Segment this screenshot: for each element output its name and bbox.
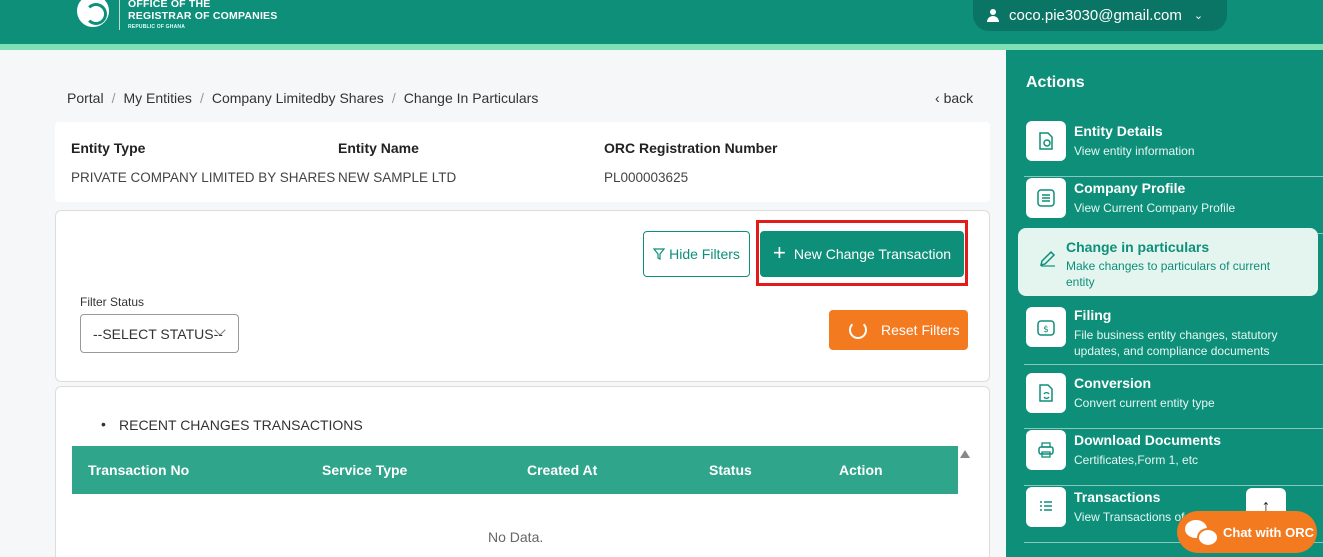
sidebar-item-title: Download Documents [1074, 432, 1222, 448]
entity-type-col: Entity Type PRIVATE COMPANY LIMITED BY S… [71, 140, 335, 185]
sidebar-item-desc: View Current Company Profile [1074, 201, 1236, 215]
sidebar-item-title: Change in particulars [1066, 239, 1210, 255]
transactions-table-header: Transaction No Service Type Created At S… [72, 446, 958, 494]
sidebar-item-title: Filing [1074, 307, 1112, 323]
entity-type-label: Entity Type [71, 140, 146, 156]
registration-number-value: PL000003625 [604, 170, 689, 185]
org-name: OFFICE OF THE REGISTRAR OF COMPANIES [128, 0, 277, 22]
column-header[interactable]: Action [839, 462, 883, 478]
entity-name-col: Entity Name NEW SAMPLE LTD [338, 140, 456, 185]
reset-filters-label: Reset Filters [881, 322, 960, 338]
org-name-line2: REGISTRAR OF COMPANIES [128, 10, 278, 22]
svg-text:$: $ [1043, 325, 1049, 335]
sidebar-item-desc: View entity information [1074, 144, 1195, 158]
filter-icon [653, 248, 666, 260]
sidebar-item-title: Entity Details [1074, 123, 1163, 139]
sidebar-item-desc: Convert current entity type [1074, 396, 1215, 410]
filter-status-label: Filter Status [80, 295, 145, 309]
sidebar-title: Actions [1026, 74, 1085, 91]
highlight-box [756, 220, 968, 286]
list-icon [1026, 178, 1066, 218]
refresh-icon [849, 321, 867, 339]
empty-state-text: No Data. [488, 529, 544, 545]
column-header[interactable]: Created At [527, 462, 597, 478]
column-header[interactable]: Service Type [322, 462, 407, 478]
sidebar-item-download-documents[interactable]: Download Documents Certificates,Form 1, … [1016, 430, 1323, 486]
sidebar-item-title: Conversion [1074, 375, 1152, 391]
back-link[interactable]: ‹ back [935, 90, 973, 106]
entity-name-value: NEW SAMPLE LTD [338, 170, 457, 185]
document-search-icon [1026, 121, 1066, 161]
sidebar-divider [1024, 428, 1323, 429]
transactions-title: RECENT CHANGES TRANSACTIONS [101, 416, 363, 433]
sidebar-item-conversion[interactable]: Conversion Convert current entity type [1016, 373, 1323, 429]
breadcrumb-separator: / [391, 90, 396, 106]
breadcrumb-separator: / [199, 90, 204, 106]
list-lines-icon [1026, 487, 1066, 527]
user-menu-button[interactable]: coco.pie3030@gmail.com ⌄ [973, 0, 1227, 31]
convert-icon [1026, 373, 1066, 413]
user-email: coco.pie3030@gmail.com [1009, 7, 1182, 24]
logo-divider [119, 0, 120, 30]
column-header[interactable]: Status [709, 462, 752, 478]
status-select[interactable]: --SELECT STATUS-- [80, 314, 239, 353]
user-icon [987, 9, 999, 22]
sidebar-item-entity-details[interactable]: Entity Details View entity information [1016, 121, 1323, 177]
sidebar-item-change-in-particulars[interactable]: Change in particulars Make changes to pa… [1018, 228, 1318, 296]
registration-number-label: ORC Registration Number [604, 140, 778, 156]
breadcrumb-company-type[interactable]: Company Limitedby Shares [212, 90, 384, 106]
org-subtitle: REPUBLIC OF GHANA [128, 24, 186, 30]
column-header[interactable]: Transaction No [88, 462, 189, 478]
hide-filters-label: Hide Filters [669, 246, 740, 262]
status-select-value: --SELECT STATUS-- [93, 325, 223, 342]
sidebar-divider [1024, 485, 1323, 486]
hide-filters-button[interactable]: Hide Filters [643, 231, 750, 277]
back-label: back [943, 90, 974, 106]
sidebar-item-filing[interactable]: $ Filing File business entity changes, s… [1016, 305, 1323, 365]
chat-with-orc-button[interactable]: Chat with ORC [1177, 511, 1317, 553]
breadcrumb-portal[interactable]: Portal [67, 90, 104, 106]
entity-summary-card: Entity Type PRIVATE COMPANY LIMITED BY S… [55, 122, 990, 202]
sidebar-item-title: Company Profile [1074, 180, 1186, 196]
registration-number-col: ORC Registration Number PL000003625 [604, 140, 777, 185]
sidebar-item-desc: File business entity changes, statutory … [1074, 328, 1278, 358]
org-name-line1: OFFICE OF THE [128, 0, 211, 10]
chevron-down-icon: ⌄ [1193, 10, 1204, 22]
chat-bubble-icon [1185, 518, 1219, 547]
sidebar-item-desc: Make changes to particulars of current e… [1066, 259, 1271, 289]
chat-label: Chat with ORC [1223, 524, 1314, 540]
entity-name-label: Entity Name [338, 140, 419, 156]
pencil-icon [1028, 238, 1068, 278]
sidebar-item-title: Transactions [1074, 489, 1161, 505]
sidebar-divider [1024, 176, 1323, 177]
scroll-up-arrow-icon[interactable] [960, 450, 970, 458]
breadcrumb-separator: / [111, 90, 116, 106]
entity-type-value: PRIVATE COMPANY LIMITED BY SHARES [71, 170, 336, 185]
reset-filters-button[interactable]: Reset Filters [829, 310, 968, 350]
transactions-title-text: RECENT CHANGES TRANSACTIONS [119, 417, 363, 433]
sidebar-divider [1024, 364, 1323, 365]
printer-icon [1026, 430, 1066, 470]
money-icon: $ [1026, 307, 1066, 347]
sidebar-item-company-profile[interactable]: Company Profile View Current Company Pro… [1016, 178, 1323, 234]
breadcrumb-current: Change In Particulars [403, 90, 539, 106]
sidebar-item-desc: Certificates,Form 1, etc [1074, 453, 1199, 467]
chevron-left-icon: ‹ [935, 90, 940, 106]
breadcrumb: Portal / My Entities / Company Limitedby… [67, 90, 538, 106]
breadcrumb-my-entities[interactable]: My Entities [123, 90, 191, 106]
